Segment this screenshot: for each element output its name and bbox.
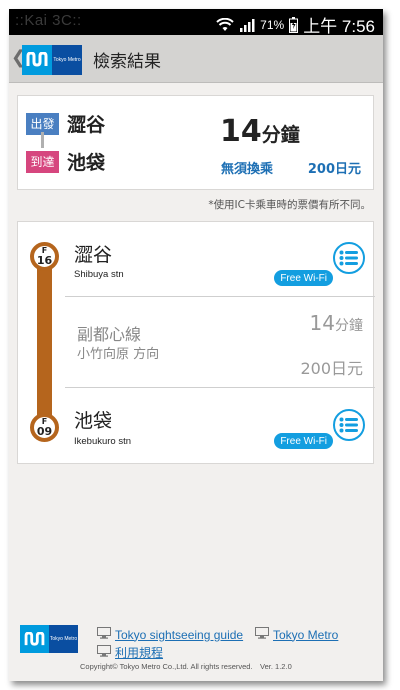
total-fare: 200日元 (307, 162, 361, 177)
station-number-badge-start: F 16 (30, 242, 59, 271)
clock: 上午 7:56 (303, 17, 375, 36)
carrier-label: ::Kai 3C:: (15, 12, 82, 29)
page-title: 檢索結果 (93, 52, 161, 72)
monitor-icon (97, 645, 111, 660)
route-segment[interactable]: 副都心線 小竹向原 方向 14分鐘 200日元 (65, 296, 375, 388)
station-menu-button-start[interactable] (333, 242, 365, 274)
line-direction: 小竹向原 方向 (77, 347, 160, 362)
wifi-icon (216, 17, 234, 32)
tokyo-metro-link[interactable]: Tokyo Metro (255, 627, 338, 642)
end-station-name: 池袋 (74, 410, 113, 432)
arrival-tag: 到達 (26, 150, 59, 173)
segment-time-value: 14 (309, 311, 335, 335)
station-number-badge-end: F 09 (30, 413, 59, 442)
list-icon (339, 417, 358, 433)
badge-number: 16 (36, 254, 53, 267)
badge-number: 09 (36, 425, 53, 438)
metro-wordmark: Tokyo Metro (52, 45, 82, 75)
start-station-name: 澀谷 (74, 244, 113, 266)
battery-charging-icon (289, 16, 299, 33)
terms-label: 利用規程 (115, 646, 164, 660)
monitor-icon (97, 627, 111, 642)
app-bar: ❮ Tokyo Metro 檢索結果 (9, 35, 383, 83)
line-color-bar (37, 248, 52, 438)
terms-link[interactable]: 利用規程 (97, 644, 163, 661)
segment-time-unit: 分鐘 (335, 318, 363, 334)
phone-frame: ::Kai 3C:: 71% 上午 7:56 ❮ Tokyo Metro 檢索結… (0, 0, 400, 690)
line-name: 副都心線 (77, 325, 142, 344)
sightseeing-guide-label: Tokyo sightseeing guide (115, 627, 244, 642)
departure-station: 澀谷 (67, 114, 106, 136)
sightseeing-guide-link[interactable]: Tokyo sightseeing guide (97, 627, 243, 642)
segment-fare: 200日元 (300, 359, 363, 378)
list-icon (339, 250, 358, 266)
transfer-info: 無須換乘 (221, 162, 274, 177)
end-station-name-en: Ikebukuro stn (74, 436, 132, 447)
departure-row: 出發 澀谷 (26, 110, 105, 137)
metro-mark-icon (20, 625, 49, 653)
total-time-value: 14 (220, 114, 262, 149)
copyright: Copyright© Tokyo Metro Co.,Ltd. All righ… (80, 662, 292, 671)
footer-tokyo-metro-logo: Tokyo Metro (20, 625, 78, 653)
metro-wordmark: Tokyo Metro (49, 625, 78, 653)
arrival-row: 到達 池袋 (26, 148, 105, 175)
tokyo-metro-link-label: Tokyo Metro (273, 627, 339, 642)
ic-card-note: *使用IC卡乘車時的票價有所不同。 (208, 199, 371, 211)
free-wifi-badge: Free Wi-Fi (274, 270, 333, 286)
monitor-icon (255, 627, 269, 642)
total-time-unit: 分鐘 (261, 124, 300, 146)
start-station-name-en: Shibuya stn (74, 269, 124, 280)
tokyo-metro-logo: Tokyo Metro (22, 45, 82, 75)
total-time: 14分鐘 (220, 114, 300, 149)
arrival-station: 池袋 (67, 152, 106, 174)
footer: Tokyo Metro Tokyo sightseeing guide Toky… (9, 621, 383, 681)
free-wifi-badge: Free Wi-Fi (274, 433, 333, 449)
metro-mark-icon (22, 45, 52, 75)
result-summary-card[interactable]: 出發 澀谷 到達 池袋 14分鐘 無須換乘 200日元 (17, 95, 374, 190)
app-screen: ::Kai 3C:: 71% 上午 7:56 ❮ Tokyo Metro 檢索結… (9, 9, 383, 681)
status-bar: ::Kai 3C:: 71% 上午 7:56 (9, 9, 383, 37)
battery-percent: 71% (260, 17, 285, 32)
signal-icon (239, 18, 255, 32)
segment-time: 14分鐘 (310, 311, 363, 335)
station-menu-button-end[interactable] (333, 409, 365, 441)
status-indicators: 71% 上午 7:56 (216, 12, 375, 37)
station-connector (41, 132, 44, 148)
route-detail-card: F 16 澀谷 Shibuya stn Free Wi-Fi 副都心線 小竹向原… (17, 221, 375, 464)
